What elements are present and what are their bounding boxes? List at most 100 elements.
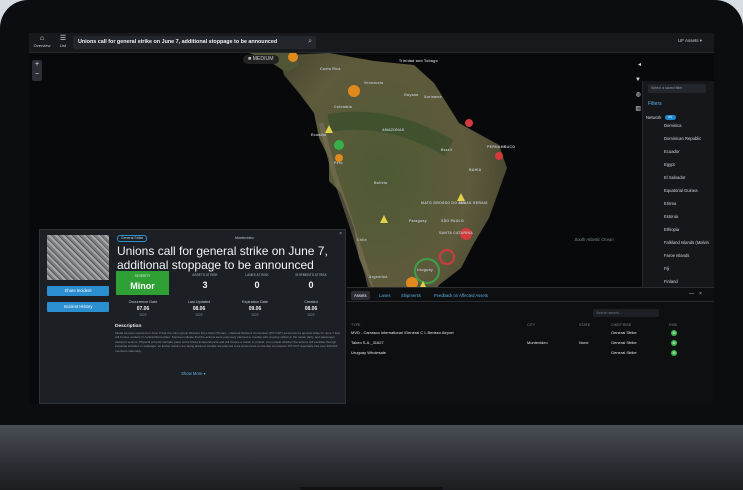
- column-header-city[interactable]: CITY: [527, 323, 535, 327]
- assets-tabs: Assets Lanes Shipments Feedback on Affec…: [347, 288, 714, 302]
- zoom-control[interactable]: + −: [32, 60, 42, 81]
- column-header-risk[interactable]: RISK: [669, 323, 677, 327]
- created-date: Created 08.06 2022: [282, 300, 340, 317]
- show-more-link[interactable]: Show More ▾: [40, 371, 347, 376]
- country-option[interactable]: Fiji: [664, 266, 669, 271]
- nav-overview-button[interactable]: ⌂ Overview: [32, 35, 52, 51]
- asset-name: MVD - Carrasco International /General C …: [351, 330, 454, 335]
- date-year: 2022: [307, 313, 315, 317]
- table-row[interactable]: Takeo S.A._31627 Montevideo None General…: [347, 339, 714, 348]
- country-option[interactable]: Ethiopia: [664, 227, 679, 232]
- map-label: SÃO PAULO: [441, 219, 464, 223]
- saved-filter-select[interactable]: Select a saved filter: [648, 84, 706, 93]
- tab-feedback[interactable]: Feedback on Affected Assets: [431, 291, 491, 300]
- asset-name: Uruguay Wholesale: [351, 350, 386, 355]
- date-value: 07.06: [136, 306, 150, 312]
- user-menu[interactable]: UF Assets ▾: [678, 38, 702, 44]
- country-option[interactable]: Equatorial Guinea: [664, 188, 698, 193]
- map-label: Brazil: [441, 148, 452, 152]
- map-label: Colombia: [334, 105, 352, 109]
- shipments-at-risk-stat: SHIPMENTS AT RISK 0: [282, 273, 340, 290]
- assets-search-input[interactable]: Search assets...: [593, 309, 659, 317]
- severity-label: SEVERITY: [134, 274, 151, 278]
- incident-city: Montevideo: [235, 236, 254, 240]
- incident-category-badge: General Strike: [117, 235, 148, 242]
- column-header-type[interactable]: TYPE: [351, 323, 360, 327]
- collapse-icon[interactable]: ◂: [638, 61, 641, 68]
- map-label: Bolivia: [374, 181, 388, 185]
- nav-list-label: List: [59, 43, 67, 48]
- map-label: Trinidad and Tobago: [399, 59, 438, 63]
- marker-red: [495, 152, 503, 160]
- map-label: Suriname: [424, 95, 442, 99]
- asset-state: None: [579, 340, 589, 345]
- top-bar: ⌂ Overview ☰ List Unions call for genera…: [29, 33, 714, 53]
- close-icon[interactable]: ×: [339, 231, 342, 237]
- column-header-chief-risk[interactable]: CHIEF RISK: [611, 323, 631, 327]
- country-option[interactable]: Finland: [664, 279, 678, 284]
- date-year: 2022: [195, 313, 203, 317]
- tab-shipments[interactable]: Shipments: [398, 291, 424, 300]
- stat-value: 3: [202, 280, 208, 290]
- map-label: BAHIA: [469, 168, 482, 172]
- column-header-state[interactable]: STATE: [579, 323, 590, 327]
- date-value: 09.06: [248, 306, 262, 312]
- search-input[interactable]: Unions call for general strike on June 7…: [73, 36, 316, 49]
- country-option[interactable]: Ecuador: [664, 149, 680, 154]
- table-row[interactable]: MVD - Carrasco International /General C …: [347, 329, 714, 338]
- tab-lanes[interactable]: Lanes: [376, 291, 393, 300]
- stat-value: 0: [308, 280, 314, 290]
- stat-label: ASSETS AT RISK: [192, 273, 218, 277]
- severity-medium-label: ■ MEDIUM: [243, 55, 279, 64]
- country-option[interactable]: Faroe Islands: [664, 253, 689, 258]
- marker-green: [334, 140, 344, 150]
- chart-icon[interactable]: ▥: [635, 105, 641, 112]
- last-updated-date: Last Updated 08.06 2022: [170, 300, 228, 317]
- description-title: Description: [115, 324, 142, 329]
- zoom-in-button[interactable]: +: [32, 60, 42, 70]
- risk-badge: M: [671, 330, 677, 336]
- close-icon[interactable]: ×: [699, 291, 702, 297]
- marker-red: [465, 119, 473, 127]
- map-label: SANTA CATARINA: [439, 231, 474, 235]
- map-label: Chile: [357, 238, 367, 242]
- search-icon[interactable]: ⌕: [308, 38, 312, 46]
- incident-history-button[interactable]: Incident History: [47, 302, 109, 312]
- filter-icon[interactable]: ▼: [635, 77, 641, 83]
- ocean-label: South Atlantic Ocean: [574, 237, 614, 242]
- country-option[interactable]: El Salvador: [664, 175, 685, 180]
- assets-at-risk-stat: ASSETS AT RISK 3: [176, 273, 234, 290]
- country-option[interactable]: Egypt: [664, 162, 675, 167]
- nav-list-button[interactable]: ☰ List: [53, 35, 73, 51]
- asset-risk-type: General Strike: [611, 340, 637, 345]
- stat-label: LANES AT RISK: [245, 273, 269, 277]
- share-incident-button[interactable]: Share Incident: [47, 286, 109, 296]
- date-label: Expiration Date: [242, 300, 268, 304]
- country-option[interactable]: Eritrea: [664, 201, 676, 206]
- marker-orange: [348, 85, 360, 97]
- filter-panel: Select a saved filter Filters Network ON…: [642, 81, 714, 304]
- assets-panel: Assets Lanes Shipments Feedback on Affec…: [347, 287, 714, 404]
- description-text: Media sources reported on June 3 that th…: [115, 331, 340, 353]
- country-option[interactable]: Dominica: [664, 123, 681, 128]
- expiration-date: Expiration Date 09.06 2022: [226, 300, 284, 317]
- network-toggle[interactable]: ON: [664, 115, 676, 121]
- network-label: Network: [646, 115, 662, 120]
- nav-overview-label: Overview: [33, 43, 51, 48]
- asset-risk-type: General Strike: [611, 350, 637, 355]
- zoom-out-button[interactable]: −: [32, 70, 42, 80]
- globe-icon[interactable]: ◍: [636, 91, 641, 98]
- minimize-icon[interactable]: —: [689, 291, 694, 297]
- date-label: Occurrence Date: [128, 300, 158, 304]
- table-row[interactable]: Uruguay Wholesale General Strike M: [347, 349, 714, 358]
- map-label: Peru: [334, 161, 343, 165]
- country-option[interactable]: Estonia: [664, 214, 678, 219]
- network-row: Network ON: [646, 115, 676, 121]
- date-value: 08.06: [192, 306, 206, 312]
- incident-title: Unions call for general strike on June 7…: [117, 244, 328, 272]
- map-label: AMAZONAS: [382, 128, 405, 132]
- tab-assets[interactable]: Assets: [351, 291, 370, 300]
- country-option[interactable]: Falkland Islands (Malvin: [664, 240, 709, 245]
- country-option[interactable]: Dominican Republic: [664, 136, 701, 141]
- home-icon: ⌂: [39, 35, 45, 42]
